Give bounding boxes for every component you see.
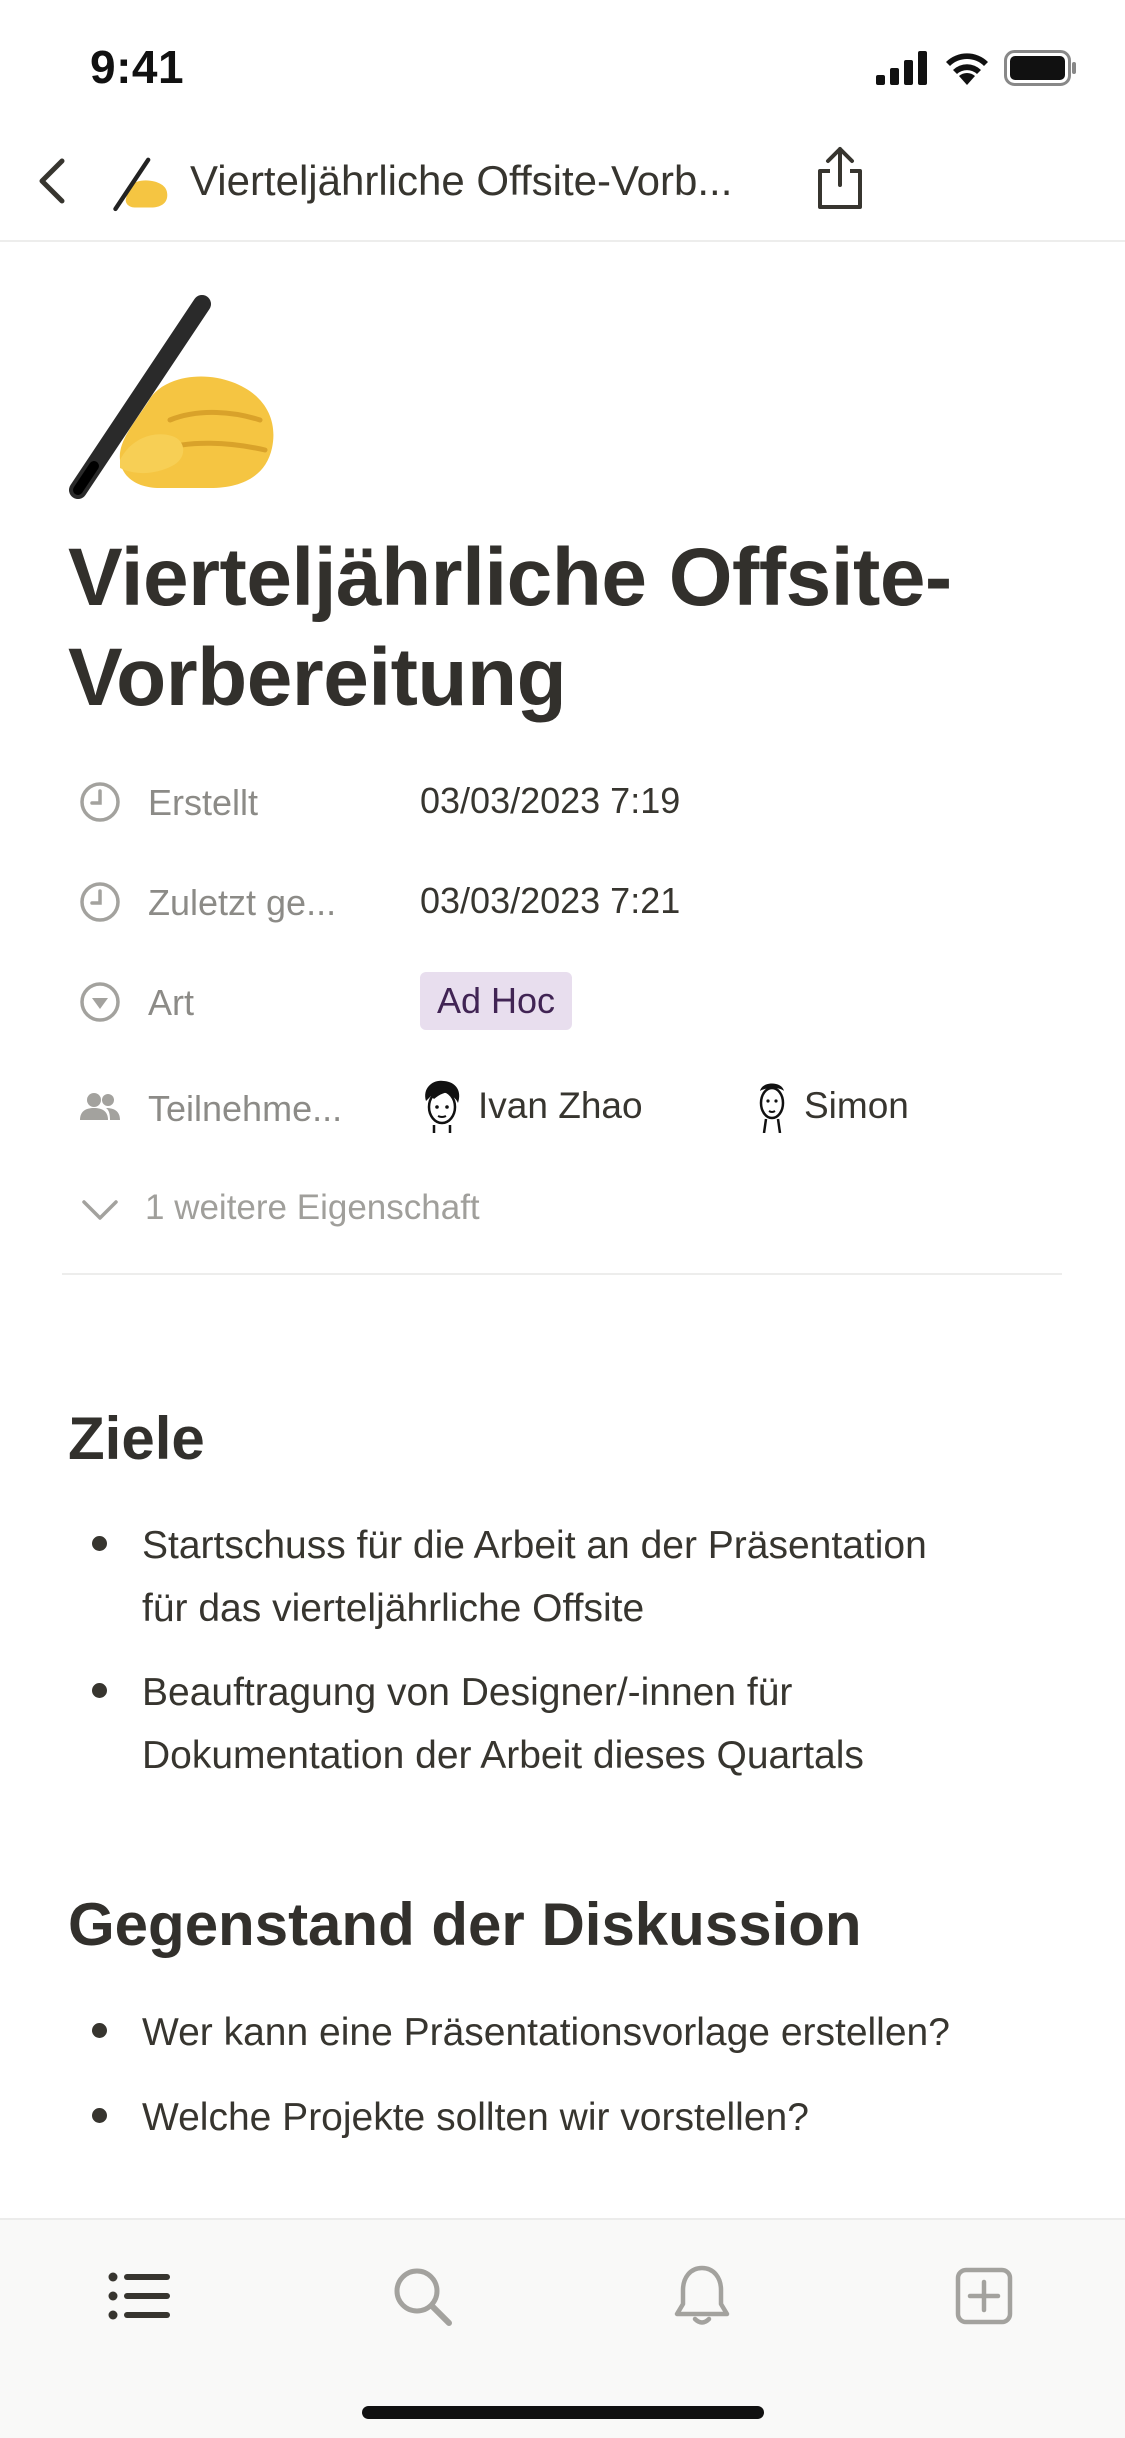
page-title[interactable]: Vierteljährliche Offsite- Vorbereitung [68,528,1068,728]
nav-title: Vierteljährliche Offsite-Vorb... [190,157,733,204]
divider [62,1273,1062,1275]
battery-icon [1004,50,1076,86]
bullet-dot [92,1683,107,1698]
participant-name: Ivan Zhao [478,1085,643,1126]
property-label: Art [148,982,195,1023]
participant-name: Simon [804,1085,909,1126]
list-item[interactable]: Welche Projekte sollten wir vorstellen? [142,2086,809,2149]
people-icon [80,1093,120,1120]
share-button[interactable] [812,143,868,213]
back-button[interactable] [28,153,84,209]
wifi-icon [946,53,988,85]
property-label: Teilnehme... [148,1088,343,1129]
property-created[interactable]: Erstellt 03/03/2023 7:19 [68,770,1068,830]
status-time: 9:41 [90,41,185,93]
property-value: 03/03/2023 7:19 [420,780,681,821]
list-icon [108,2272,170,2320]
list-item[interactable]: Startschuss für die Arbeit an der Präsen… [142,1514,927,1640]
property-last-edited[interactable]: Zuletzt ge... 03/03/2023 7:21 [68,870,1068,930]
chevron-left-icon [39,158,65,204]
property-label: Zuletzt ge... [148,882,337,923]
share-icon [818,147,862,209]
more-properties-label: 1 weitere Eigenschaft [145,1188,480,1227]
list-item[interactable]: Wer kann eine Präsentationsvorlage erste… [142,2001,950,2064]
property-label: Erstellt [148,782,259,823]
list-item-line: Welche Projekte sollten wir vorstellen? [142,2096,809,2139]
page-title-line1: Vierteljährliche Offsite- [68,532,952,623]
clock-icon [80,782,120,822]
tab-new-page[interactable] [944,2256,1024,2336]
avatar [759,1083,785,1133]
tab-home[interactable] [100,2256,180,2336]
heading-discussion[interactable]: Gegenstand der Diskussion [68,1890,862,1959]
list-item-line: Wer kann eine Präsentationsvorlage erste… [142,2011,950,2054]
cellular-signal-icon [876,51,927,85]
status-icons [876,48,1078,88]
select-dropdown-icon [80,982,120,1022]
property-participants[interactable]: Teilnehme... Ivan Zhao Simon [68,1076,1068,1136]
list-item-line: Dokumentation der Arbeit dieses Quartals [142,1734,864,1777]
participant-simon[interactable]: Simon [754,1076,909,1136]
more-properties-toggle[interactable]: 1 weitere Eigenschaft [68,1180,768,1236]
writing-hand-icon [110,153,170,213]
navigation-bar: Vierteljährliche Offsite-Vorb... [0,125,1125,242]
search-icon [394,2268,452,2326]
writing-hand-icon [69,295,274,499]
bullet-dot [92,1536,107,1551]
bell-icon [674,2265,730,2325]
bullet-dot [92,2108,107,2123]
page-title-line2: Vorbereitung [68,632,567,723]
type-tag[interactable]: Ad Hoc [420,972,573,1030]
bullet-dot [92,2023,107,2038]
list-item[interactable]: Beauftragung von Designer/-innen für Dok… [142,1661,864,1787]
chevron-down-icon [82,1200,118,1220]
property-type[interactable]: Art Ad Hoc [68,970,1068,1030]
clock-icon [80,882,120,922]
new-page-icon [955,2267,1013,2325]
page-icon-writing-hand[interactable] [60,290,280,500]
tab-bar [0,2218,1125,2438]
property-value: 03/03/2023 7:21 [420,880,681,921]
list-item-line: für das vierteljährliche Offsite [142,1587,645,1630]
tab-notifications[interactable] [662,2256,742,2336]
list-item-line: Beauftragung von Designer/-innen für [142,1671,793,1714]
home-indicator[interactable] [362,2406,764,2419]
avatar [425,1080,460,1133]
list-item-line: Startschuss für die Arbeit an der Präsen… [142,1524,927,1567]
heading-ziele[interactable]: Ziele [68,1404,205,1473]
participant-ivan[interactable]: Ivan Zhao [420,1076,643,1136]
tab-search[interactable] [382,2256,462,2336]
